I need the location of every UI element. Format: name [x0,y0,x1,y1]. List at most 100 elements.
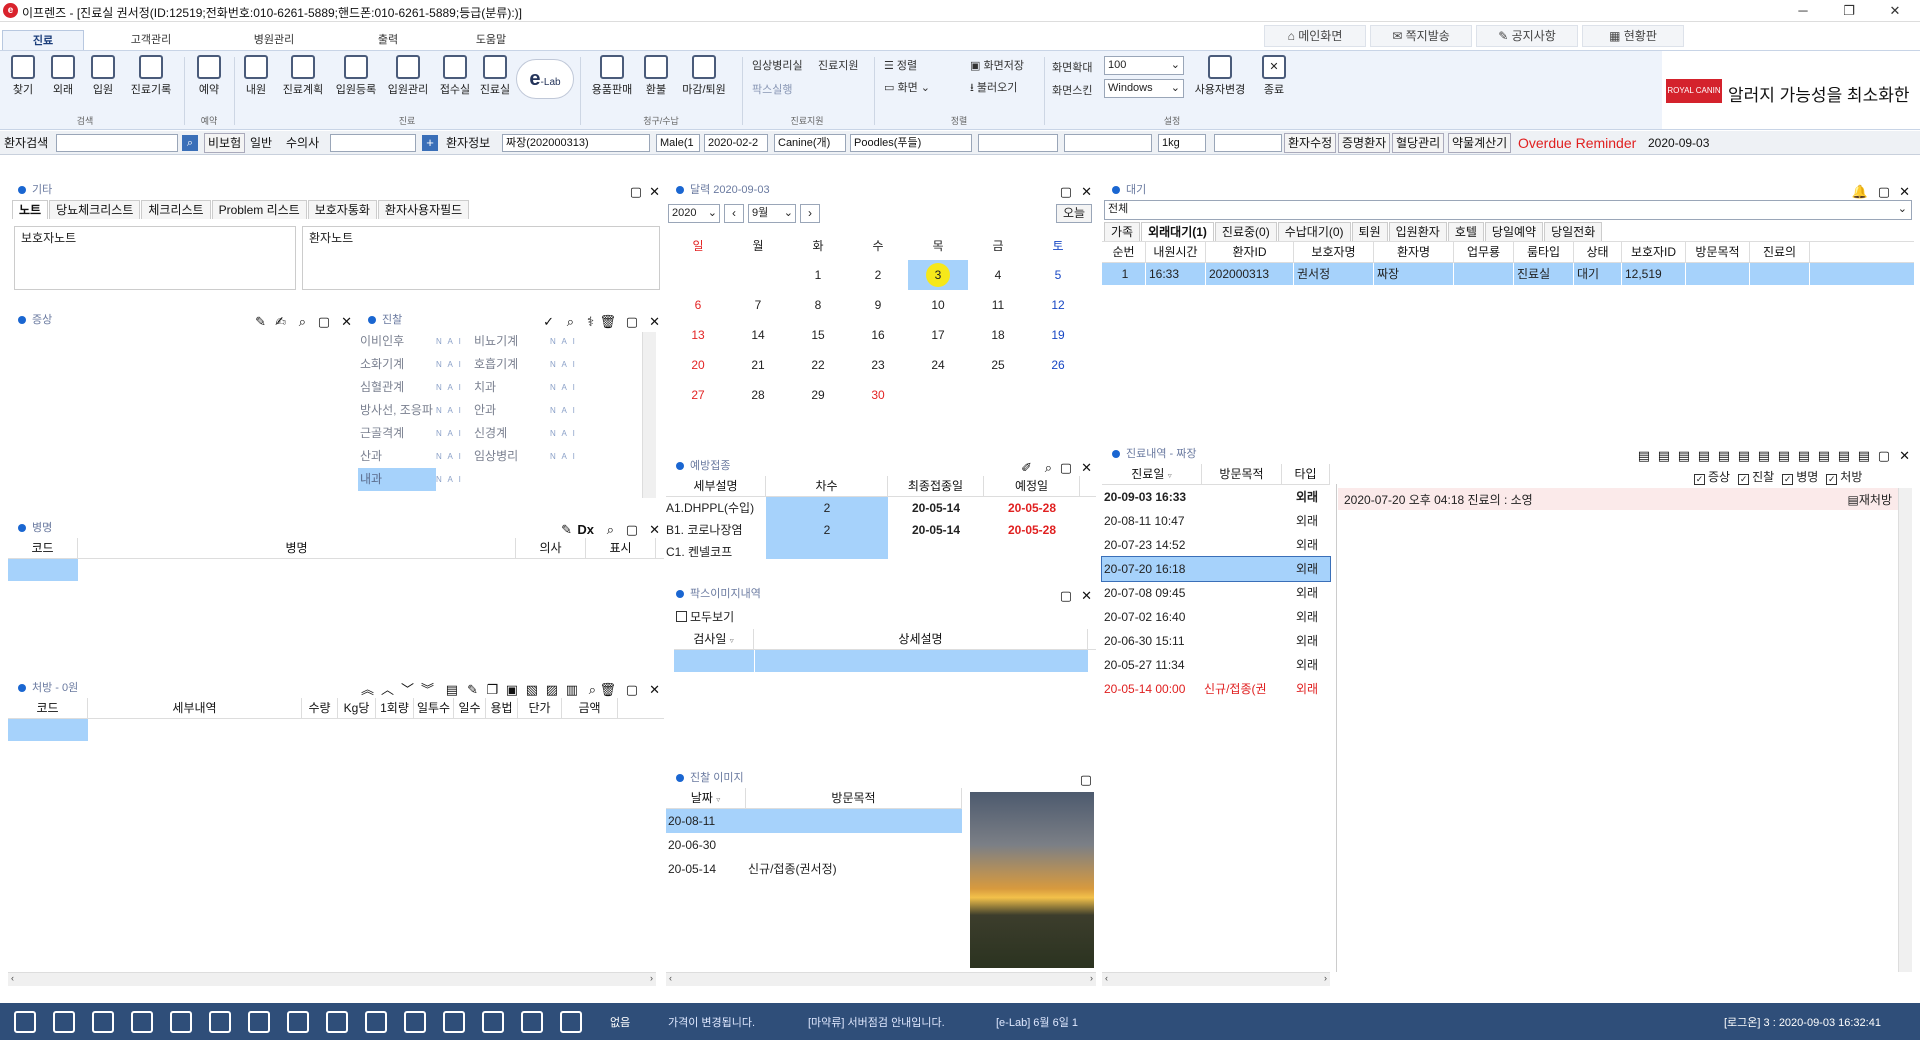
overdue-reminder-link[interactable]: Overdue Reminder [1518,134,1636,152]
maximize-icon[interactable]: ▢ [1060,586,1072,606]
today-button[interactable]: 오늘 [1056,204,1092,223]
tag-icon[interactable] [443,1011,465,1033]
waiting-col[interactable]: 순번 [1102,242,1146,262]
stethoscope-icon[interactable] [521,1011,543,1033]
report-icon[interactable] [131,1011,153,1033]
user-change-button[interactable]: 사용자변경 [1190,55,1250,97]
col-display[interactable]: 표시 [586,538,656,558]
left-horizontal-scrollbar[interactable]: ‹ › [8,972,656,986]
restore-button[interactable]: ❐ [1826,0,1872,22]
blood-sugar-button[interactable]: 혈당관리 [1392,133,1445,153]
waiting-filter-select[interactable]: 전체 ⌄ [1104,200,1912,220]
nai-icon[interactable]: N A I [550,399,586,422]
close-icon[interactable]: ✕ [341,312,352,332]
waiting-row[interactable]: 1 16:33 202000313 권서정 짜장 진료실 대기 12,519 [1102,263,1914,285]
breed-field[interactable]: Poodles(푸들) [850,134,972,152]
calendar-day[interactable]: 26 [1028,350,1088,380]
calendar-day[interactable]: 4 [968,260,1028,290]
waiting-tab[interactable]: 당일예약 [1484,222,1544,241]
syringe-icon[interactable] [482,1011,504,1033]
trash-icon[interactable]: 🗑 [599,312,616,332]
filter-icon[interactable]: ▿ [730,636,734,645]
col-type[interactable]: 타입 [1282,464,1330,484]
print-icon[interactable]: ▤ [1698,446,1710,466]
calendar-day[interactable]: 2 [848,260,908,290]
maximize-icon[interactable]: ▢ [626,680,638,700]
search-icon[interactable]: ⌕ [589,680,596,700]
calendar-day[interactable]: 9 [848,290,908,320]
extra-field[interactable] [1064,134,1152,152]
grid-icon[interactable]: ▤ [1858,446,1870,466]
history-row[interactable]: 20-07-20 16:18 외래 [1101,556,1331,582]
history-row[interactable]: 20-05-27 11:34 외래 [1102,653,1330,677]
species-field[interactable]: Canine(개) [774,134,846,152]
history-row[interactable]: 20-08-11 10:47 외래 [1102,509,1330,533]
list-icon[interactable]: ▥ [566,680,578,700]
send-message-button[interactable]: ✉ 쪽지발송 [1370,25,1472,47]
calendar-day[interactable]: 22 [788,350,848,380]
filter-icon[interactable]: ▿ [716,795,720,804]
waiting-tab[interactable]: 당일전화 [1544,222,1603,241]
close-icon[interactable]: ✕ [1899,182,1910,202]
ad-banner[interactable]: ROYAL CANIN 알러지 가능성을 최소화한 [1662,50,1920,130]
col-per-kg[interactable]: Kg당 [338,698,376,718]
history-row[interactable]: 20-07-23 14:52 외래 [1102,533,1330,557]
calendar-icon[interactable] [209,1011,231,1033]
nai-icon[interactable]: N A I [436,468,472,491]
chart-icon[interactable]: ▤ [1778,446,1790,466]
admission-button[interactable]: 입원등록 [330,55,382,97]
tag-icon[interactable]: ✐ [1021,458,1032,478]
close-icon[interactable]: ✕ [1081,182,1092,202]
image-icon[interactable]: ▤ [1738,446,1750,466]
col-detail[interactable]: 세부내역 [88,698,302,718]
history-row[interactable]: 20-07-08 09:45 외래 [1102,581,1330,605]
tab-help[interactable]: 도움말 [450,30,532,50]
calendar-day[interactable]: 13 [668,320,728,350]
nai-icon[interactable]: N A I [550,376,586,399]
waiting-tab[interactable]: 수납대기(0) [1277,222,1351,241]
calendar-day[interactable]: 24 [908,350,968,380]
waiting-col[interactable]: 보호자ID [1622,242,1686,262]
notice-button[interactable]: ✎ 공지사항 [1476,25,1578,47]
col-days[interactable]: 일수 [454,698,486,718]
normal-label[interactable]: 일반 [250,134,272,152]
exam-item[interactable]: 내과 [358,468,436,491]
calendar-day[interactable]: 20 [668,350,728,380]
history-check[interactable]: ✓ 병명 [1782,470,1818,485]
arrow-left-icon[interactable]: ‹ [666,973,672,983]
history-row[interactable]: 20-05-14 00:00 신규/접종(권 외래 [1102,677,1330,701]
guardian-note-box[interactable]: 보호자노트 [14,226,296,290]
medical-record-button[interactable]: 진료기록 [124,55,178,97]
inpatient-button[interactable]: 입원 [84,55,122,97]
exam-item[interactable]: 방사선, 조응파 [358,399,436,422]
maximize-icon[interactable]: ▢ [1878,446,1890,466]
col-code[interactable]: 코드 [8,538,78,558]
nai-icon[interactable]: N A I [550,445,586,468]
sort-button[interactable]: ☰ 정렬 [884,57,917,73]
save-icon[interactable] [14,1011,36,1033]
col-visit-purpose[interactable]: 방문목적 [746,788,962,808]
exam-scrollbar[interactable] [642,332,656,498]
tab-hospital[interactable]: 병원관리 [233,30,315,50]
history-check[interactable]: ✓ 처방 [1826,470,1862,485]
document-icon[interactable] [170,1011,192,1033]
middle-horizontal-scrollbar[interactable]: ‹ › [666,972,1096,986]
exam-item[interactable]: 비뇨기계 [472,330,550,353]
list-icon[interactable]: ▤ [1818,446,1830,466]
elab-button[interactable]: e-Lab [516,59,574,99]
status-board-button[interactable]: ▦ 현황판 [1582,25,1684,47]
close-window-button[interactable]: ✕ [1872,0,1918,22]
disease-selected-row[interactable] [8,559,78,581]
trash-icon[interactable]: 🗑 [599,680,616,700]
col-disease[interactable]: 병명 [78,538,516,558]
calendar-day[interactable]: 30 [848,380,908,410]
exam-item[interactable]: 산과 [358,445,436,468]
arrow-left-icon[interactable]: ‹ [8,973,14,983]
col-date[interactable]: 날짜 ▿ [666,788,746,808]
calendar-day[interactable]: 15 [788,320,848,350]
exam-item[interactable]: 임상병리 [472,445,550,468]
col-usage[interactable]: 용법 [486,698,518,718]
people-icon[interactable] [92,1011,114,1033]
calendar-day[interactable]: 23 [848,350,908,380]
waiting-col[interactable]: 업무룡 [1454,242,1514,262]
